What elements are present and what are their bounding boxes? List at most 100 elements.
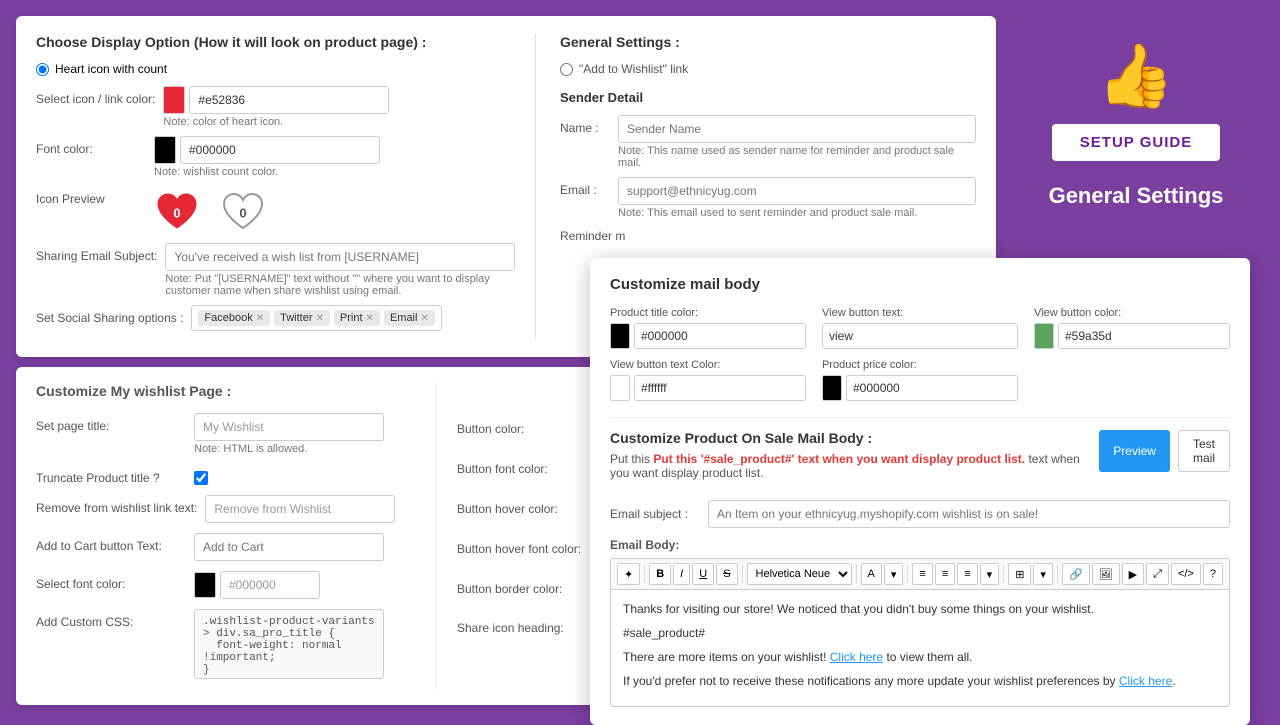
email-body-label: Email Body: bbox=[610, 538, 1230, 552]
button-hover-color-label: Button hover color: bbox=[457, 502, 607, 516]
general-settings-title: General Settings : bbox=[560, 34, 976, 50]
display-option-title: Choose Display Option (How it will look … bbox=[36, 34, 515, 50]
social-sharing-label: Set Social Sharing options : bbox=[36, 305, 183, 325]
view-button-text-input[interactable] bbox=[822, 323, 1018, 349]
toolbar-align-btn[interactable]: ≡ bbox=[957, 563, 977, 585]
icon-preview-label: Icon Preview bbox=[36, 186, 146, 206]
sender-email-input[interactable] bbox=[618, 177, 976, 205]
sender-name-input[interactable] bbox=[618, 115, 976, 143]
font-color-label: Font color: bbox=[36, 136, 146, 156]
page-title-input[interactable] bbox=[194, 413, 384, 441]
icon-color-note: Note: color of heart icon. bbox=[163, 116, 515, 128]
toolbar-help-btn[interactable]: ? bbox=[1203, 563, 1223, 585]
product-title-color-group: Product title color: bbox=[610, 307, 806, 349]
editor-line-2: #sale_product# bbox=[623, 624, 1217, 642]
reminder-label: Reminder m bbox=[560, 229, 625, 243]
button-hover-font-color-label: Button hover font color: bbox=[457, 542, 607, 556]
tag-twitter-remove[interactable]: ✕ bbox=[316, 313, 324, 324]
icon-color-input[interactable] bbox=[189, 86, 389, 114]
sharing-email-input[interactable] bbox=[165, 243, 515, 271]
email-body-editor[interactable]: Thanks for visiting our store! We notice… bbox=[610, 589, 1230, 707]
tag-email[interactable]: Email✕ bbox=[384, 310, 435, 326]
sale-buttons: Preview Test mail bbox=[1099, 430, 1230, 472]
add-to-wishlist-radio[interactable] bbox=[560, 63, 573, 76]
mail-body-title: Customize mail body bbox=[610, 276, 1230, 293]
sender-email-note: Note: This email used to sent reminder a… bbox=[618, 207, 976, 219]
font-color-value[interactable] bbox=[220, 571, 320, 599]
view-btn-text-input[interactable] bbox=[634, 375, 806, 401]
toolbar-fullscreen-btn[interactable]: ⤢ bbox=[1146, 563, 1169, 585]
truncate-label: Truncate Product title ? bbox=[36, 465, 186, 485]
tag-twitter[interactable]: Twitter✕ bbox=[274, 310, 330, 326]
icon-color-swatch[interactable] bbox=[163, 86, 185, 114]
toolbar-ol-btn[interactable]: ≡ bbox=[935, 563, 955, 585]
toolbar-bold-btn[interactable]: B bbox=[649, 563, 671, 585]
test-mail-button[interactable]: Test mail bbox=[1178, 430, 1230, 472]
remove-label: Remove from wishlist link text: bbox=[36, 495, 197, 515]
toolbar-align-arrow-btn[interactable]: ▾ bbox=[980, 563, 1000, 585]
heart-icon-radio[interactable] bbox=[36, 63, 49, 76]
toolbar-code-btn[interactable]: </> bbox=[1171, 563, 1201, 585]
font-color-block[interactable] bbox=[194, 572, 216, 598]
click-here-link-2[interactable]: Click here bbox=[1119, 674, 1172, 688]
add-to-wishlist-label: "Add to Wishlist" link bbox=[579, 62, 688, 76]
heart-icon-label: Heart icon with count bbox=[55, 62, 167, 76]
remove-input[interactable] bbox=[205, 495, 395, 523]
customize-mail-body-overlay: Customize mail body Product title color:… bbox=[590, 258, 1250, 725]
sharing-email-label: Sharing Email Subject: bbox=[36, 243, 157, 263]
product-title-color-input[interactable] bbox=[634, 323, 806, 349]
font-color-input[interactable] bbox=[180, 136, 380, 164]
toolbar-video-btn[interactable]: ▶ bbox=[1122, 563, 1144, 585]
toolbar-italic-btn[interactable]: I bbox=[673, 563, 690, 585]
tag-email-remove[interactable]: ✕ bbox=[420, 313, 428, 324]
toolbar-underline-btn[interactable]: U bbox=[692, 563, 714, 585]
toolbar-table-btn[interactable]: ⊞ bbox=[1008, 563, 1031, 585]
toolbar-font-color-btn[interactable]: A bbox=[861, 563, 882, 585]
view-btn-text-swatch[interactable] bbox=[610, 375, 630, 401]
select-icon-label: Select icon / link color: bbox=[36, 86, 155, 106]
toolbar-ul-btn[interactable]: ≡ bbox=[912, 563, 932, 585]
custom-css-textarea[interactable]: .wishlist-product-variants > div.sa_pro_… bbox=[194, 609, 384, 679]
custom-css-label: Add Custom CSS: bbox=[36, 609, 186, 629]
sender-detail-title: Sender Detail bbox=[560, 90, 976, 105]
view-button-text-group: View button text: bbox=[822, 307, 1018, 349]
add-to-cart-input[interactable] bbox=[194, 533, 384, 561]
font-color-swatch[interactable] bbox=[154, 136, 176, 164]
view-button-color-input[interactable] bbox=[1058, 323, 1230, 349]
tag-facebook-remove[interactable]: ✕ bbox=[256, 313, 264, 324]
heart-filled-count: 0 bbox=[173, 205, 180, 220]
view-button-swatch[interactable] bbox=[1034, 323, 1054, 349]
tag-print-remove[interactable]: ✕ bbox=[366, 313, 374, 324]
setup-guide-button[interactable]: SETUP GUIDE bbox=[1052, 124, 1220, 161]
sender-name-label: Name : bbox=[560, 115, 610, 135]
product-title-color-label: Product title color: bbox=[610, 307, 806, 319]
click-here-link-1[interactable]: Click here bbox=[830, 650, 883, 664]
heart-filled-icon: 0 bbox=[154, 190, 200, 235]
product-price-swatch[interactable] bbox=[822, 375, 842, 401]
tag-print[interactable]: Print✕ bbox=[334, 310, 380, 326]
toolbar-magic-btn[interactable]: ✦ bbox=[617, 563, 640, 585]
preview-button[interactable]: Preview bbox=[1099, 430, 1170, 472]
font-family-select[interactable]: Helvetica Neue bbox=[747, 563, 852, 585]
border-color-label: Button border color: bbox=[457, 582, 607, 596]
editor-line-1: Thanks for visiting our store! We notice… bbox=[623, 600, 1217, 618]
toolbar-link-btn[interactable]: 🔗 bbox=[1062, 563, 1090, 585]
setup-guide-panel-title: General Settings bbox=[1049, 183, 1224, 209]
toolbar-image-btn[interactable]: 🖼 bbox=[1092, 563, 1120, 585]
button-font-color-label: Button font color: bbox=[457, 462, 607, 476]
truncate-checkbox[interactable] bbox=[194, 471, 208, 485]
social-tags-container: Facebook✕ Twitter✕ Print✕ Email✕ bbox=[191, 305, 441, 331]
product-title-swatch[interactable] bbox=[610, 323, 630, 349]
email-subject-input[interactable] bbox=[708, 500, 1230, 528]
product-price-input[interactable] bbox=[846, 375, 1018, 401]
email-subject-label: Email subject : bbox=[610, 507, 700, 521]
heart-outline-count: 0 bbox=[239, 205, 246, 220]
customize-wishlist-title: Customize My wishlist Page : bbox=[36, 383, 436, 399]
page-title-note: Note: HTML is allowed. bbox=[194, 443, 384, 455]
setup-thumb-icon: 👍 bbox=[1097, 46, 1174, 108]
toolbar-table-arrow-btn[interactable]: ▾ bbox=[1033, 563, 1053, 585]
toolbar-font-color-arrow-btn[interactable]: ▾ bbox=[884, 563, 904, 585]
tag-facebook[interactable]: Facebook✕ bbox=[198, 310, 270, 326]
page-title-label: Set page title: bbox=[36, 413, 186, 433]
toolbar-strike-btn[interactable]: S bbox=[716, 563, 737, 585]
